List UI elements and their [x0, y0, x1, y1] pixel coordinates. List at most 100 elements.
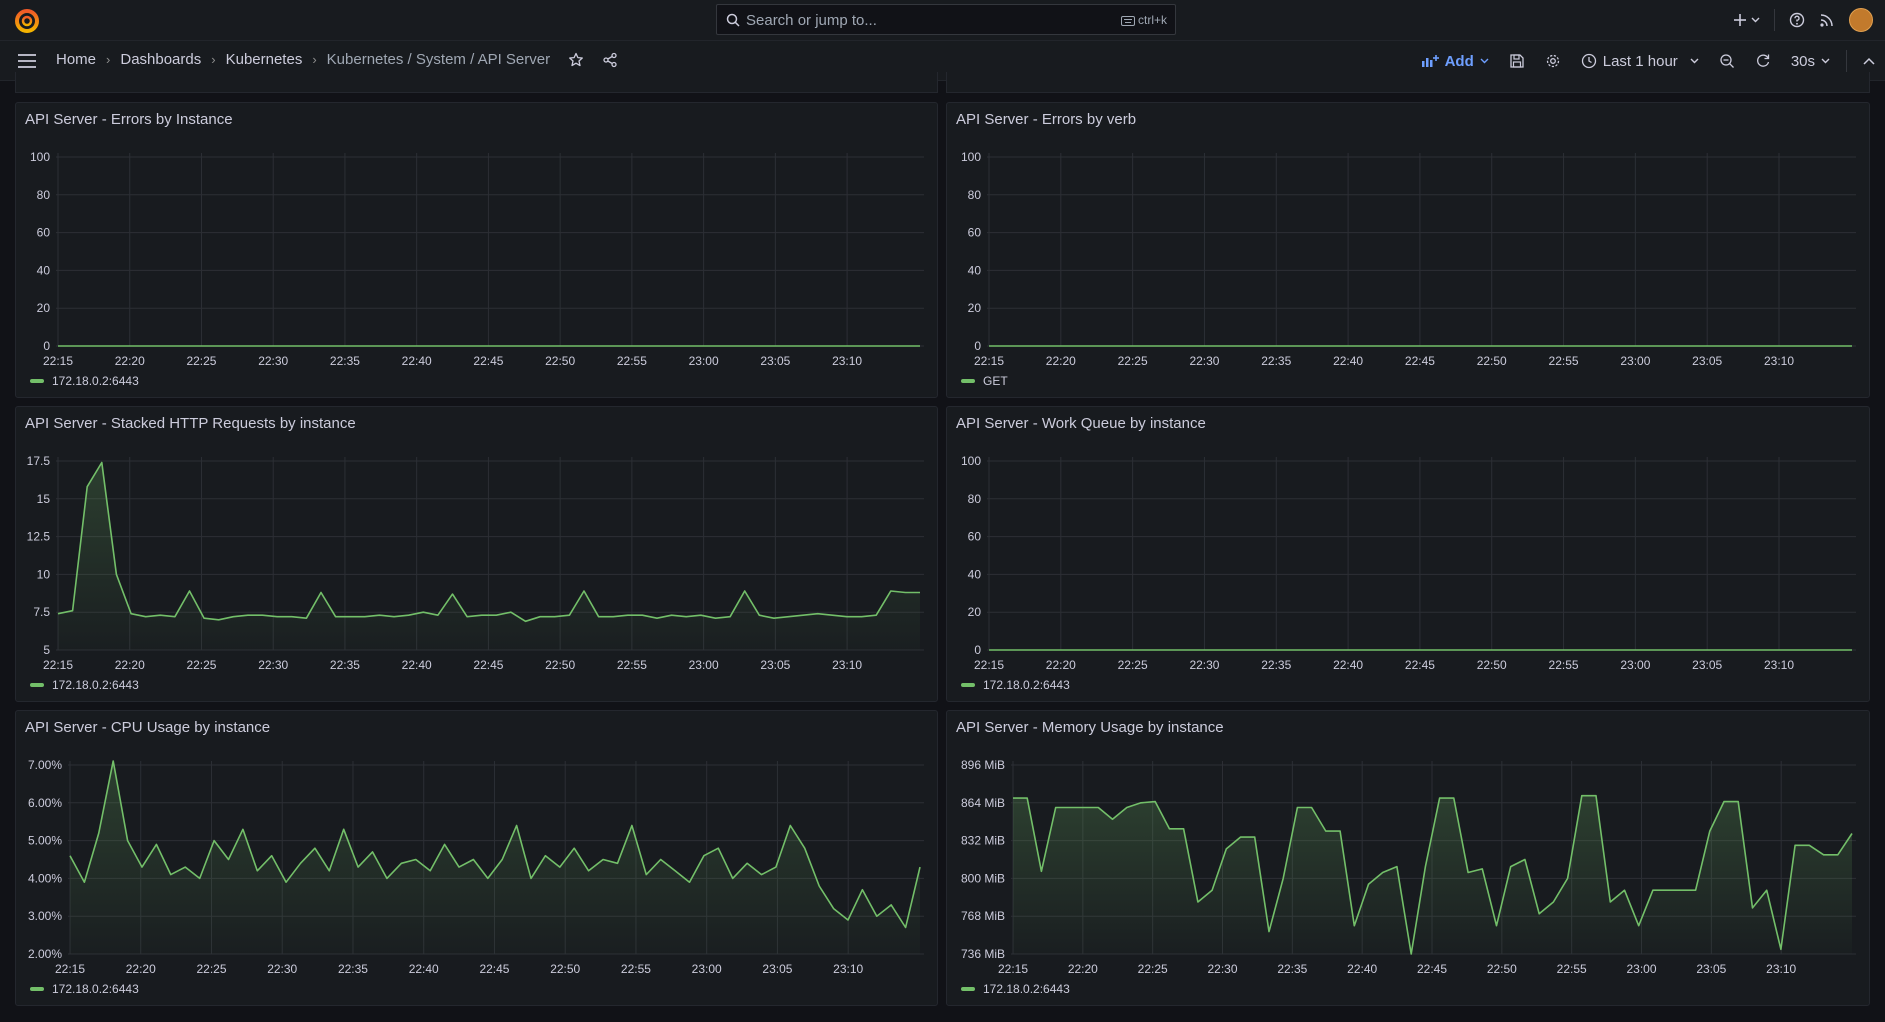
x-tick-label: 22:40	[1333, 658, 1363, 672]
y-tick-label: 100	[30, 150, 50, 164]
panel-memory-usage[interactable]: 896 MiB 864 MiB 832 MiB 800 MiB 768 MiB 736 M…	[946, 710, 1870, 1006]
divider	[1774, 9, 1775, 31]
chevron-up-icon	[1863, 57, 1875, 65]
x-tick-label: 22:45	[1417, 962, 1447, 976]
x-tick-label: 22:35	[330, 354, 360, 368]
panel-cpu-usage[interactable]: 7.00% 6.00% 5.00% 4.00% 3.00% 2.00% 22:15 22:20…	[15, 710, 938, 1006]
legend-item[interactable]: 172.18.0.2:6443	[30, 678, 139, 692]
panel-stacked-http-requests[interactable]: 17.5 15 12.5 10 7.5 5 22:15 22:20 22:25 22:30 22:3…	[15, 406, 938, 702]
plus-icon	[1734, 14, 1746, 26]
legend-swatch	[961, 683, 975, 687]
x-tick-label: 22:15	[43, 658, 73, 672]
y-tick-label: 0	[43, 339, 50, 353]
refresh-interval-picker[interactable]: 30s	[1781, 53, 1840, 70]
panel-title: API Server - CPU Usage by instance	[25, 719, 271, 736]
legend-item[interactable]: 172.18.0.2:6443	[961, 982, 1070, 996]
x-tick-label: 22:45	[1405, 354, 1435, 368]
y-tick-label: 100	[961, 454, 981, 468]
x-tick-label: 22:20	[1068, 962, 1098, 976]
grafana-logo-icon[interactable]	[14, 8, 40, 34]
x-tick-label: 22:40	[402, 354, 432, 368]
legend-swatch	[30, 379, 44, 383]
chart-plot-area[interactable]: 7.00% 6.00% 5.00% 4.00% 3.00% 2.00%22:15 22:20…	[16, 711, 939, 1007]
add-button-label: Add	[1444, 52, 1474, 70]
x-tick-label: 22:45	[473, 658, 503, 672]
legend-item[interactable]: 172.18.0.2:6443	[961, 678, 1070, 692]
chart-plot-area[interactable]: 896 MiB 864 MiB 832 MiB 800 MiB 768 MiB 736 M…	[947, 711, 1871, 1007]
y-tick-label: 4.00%	[28, 871, 62, 885]
search-input[interactable]: Search or jump to... ctrl+k	[716, 4, 1176, 35]
save-dashboard-button[interactable]	[1499, 53, 1535, 69]
refresh-button[interactable]	[1745, 53, 1781, 69]
y-tick-label: 864 MiB	[961, 796, 1005, 810]
x-tick-label: 22:20	[115, 658, 145, 672]
panel-errors-by-verb[interactable]: 100 80 60 40 20 0 22:15 22:20 22:25 22:30 22:35 22:…	[946, 102, 1870, 398]
menu-icon[interactable]	[17, 53, 37, 69]
add-button[interactable]: Add	[1411, 53, 1499, 70]
breadcrumb-kubernetes[interactable]: Kubernetes	[226, 51, 303, 68]
chart-plot-area[interactable]: 100 80 60 40 20 022:15 22:20 22:25 22:30 22:35 22:…	[947, 103, 1871, 399]
legend-item[interactable]: 172.18.0.2:6443	[30, 374, 139, 388]
x-tick-label: 23:00	[692, 962, 722, 976]
breadcrumb-home[interactable]: Home	[56, 51, 96, 68]
x-tick-label: 22:20	[1046, 354, 1076, 368]
y-tick-label: 40	[37, 263, 51, 277]
save-icon	[1510, 54, 1524, 68]
y-tick-label: 2.00%	[28, 947, 62, 961]
dashboard-settings-button[interactable]	[1535, 53, 1571, 69]
y-tick-label: 832 MiB	[961, 834, 1005, 848]
x-tick-label: 22:25	[1118, 658, 1148, 672]
y-tick-label: 10	[37, 567, 51, 581]
breadcrumb-dashboards[interactable]: Dashboards	[120, 51, 201, 68]
panel-stub	[15, 72, 938, 93]
x-tick-label: 23:00	[1620, 658, 1650, 672]
chart-plot-area[interactable]: 17.5 15 12.5 10 7.5 522:15 22:20 22:25 22:30 22:3…	[16, 407, 939, 703]
panel-title: API Server - Memory Usage by instance	[956, 719, 1224, 736]
collapse-toolbar-button[interactable]	[1853, 57, 1885, 65]
zoom-out-button[interactable]	[1709, 53, 1745, 69]
x-tick-label: 22:50	[1477, 354, 1507, 368]
x-tick-label: 22:35	[1261, 658, 1291, 672]
x-tick-label: 22:25	[1138, 962, 1168, 976]
y-tick-label: 15	[37, 492, 51, 506]
star-icon[interactable]	[568, 52, 584, 68]
panel-errors-by-instance[interactable]: 100 80 60 40 20 0 22:15 22:20 22:25 22:30 22:35 22:…	[15, 102, 938, 398]
legend-label: GET	[983, 374, 1008, 388]
chart-plot-area[interactable]: 100 80 60 40 20 022:15 22:20 22:25 22:30 22:35 22:…	[947, 407, 1871, 703]
zoom-out-icon	[1720, 54, 1734, 68]
legend-swatch	[30, 683, 44, 687]
refresh-interval-label: 30s	[1790, 52, 1815, 70]
y-tick-label: 20	[968, 605, 982, 619]
gear-icon	[1546, 54, 1559, 68]
panel-work-queue[interactable]: 100 80 60 40 20 0 22:15 22:20 22:25 22:30 22:35 22:…	[946, 406, 1870, 702]
y-tick-label: 60	[968, 530, 982, 544]
x-tick-label: 22:50	[545, 354, 575, 368]
legend-item[interactable]: 172.18.0.2:6443	[30, 982, 139, 996]
x-tick-label: 22:45	[479, 962, 509, 976]
x-tick-label: 23:00	[689, 658, 719, 672]
help-icon[interactable]	[1789, 12, 1805, 28]
panel-title: API Server - Errors by verb	[956, 111, 1137, 128]
x-tick-label: 22:55	[1549, 658, 1579, 672]
y-tick-label: 80	[968, 188, 982, 202]
share-icon[interactable]	[602, 52, 618, 68]
y-tick-label: 20	[37, 301, 51, 315]
add-panel-icon	[1421, 55, 1439, 67]
new-menu-button[interactable]	[1733, 13, 1760, 27]
chart-plot-area[interactable]: 100 80 60 40 20 022:15 22:20 22:25 22:30 22:35 22:…	[16, 103, 939, 399]
legend-label: 172.18.0.2:6443	[52, 374, 139, 388]
chevron-down-icon	[1480, 58, 1489, 64]
y-tick-label: 100	[961, 150, 981, 164]
avatar[interactable]	[1849, 8, 1873, 32]
x-tick-label: 23:00	[1626, 962, 1656, 976]
x-tick-label: 22:35	[338, 962, 368, 976]
y-tick-label: 17.5	[27, 454, 51, 468]
time-picker-button[interactable]: Last 1 hour	[1571, 53, 1709, 70]
legend-label: 172.18.0.2:6443	[983, 678, 1070, 692]
search-icon	[726, 13, 740, 30]
x-tick-label: 22:35	[1277, 962, 1307, 976]
legend-item[interactable]: GET	[961, 374, 1008, 388]
rss-icon[interactable]	[1819, 12, 1835, 28]
x-tick-label: 22:20	[1046, 658, 1076, 672]
x-tick-label: 22:25	[186, 658, 216, 672]
